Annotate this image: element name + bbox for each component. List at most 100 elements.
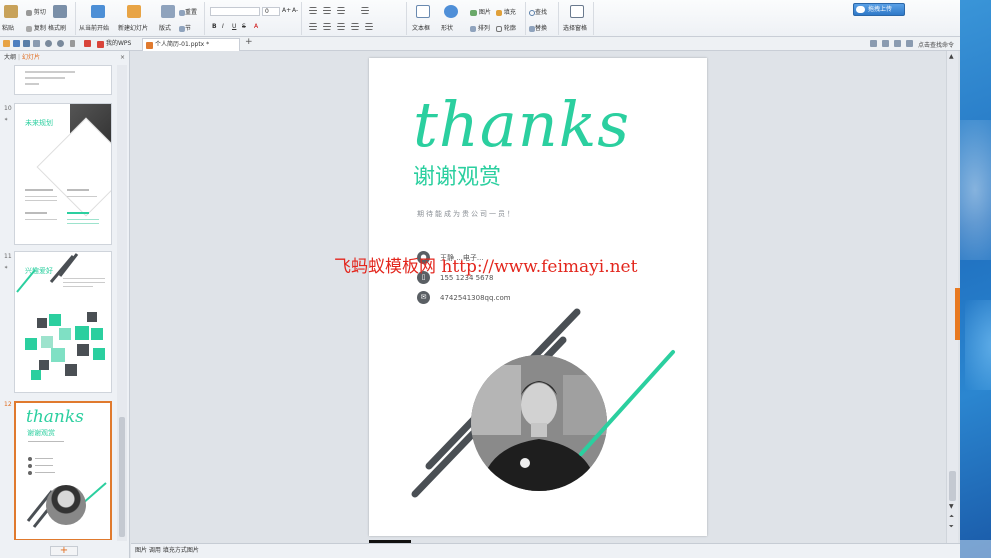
tab-slides[interactable]: 幻灯片 — [22, 54, 40, 61]
shape-icon — [444, 5, 458, 18]
select-group: 选择窗格 — [560, 2, 594, 35]
command-search-icon[interactable] — [906, 40, 913, 47]
indent-icon[interactable] — [337, 7, 345, 14]
cut-button[interactable]: 剪切 — [26, 7, 46, 16]
tab-document[interactable]: 个人简历-01.pptx * — [142, 38, 240, 51]
quick-access-more-icon[interactable] — [70, 40, 75, 47]
next-slide-icon[interactable]: ⏷ — [949, 523, 954, 531]
command-search-label[interactable]: 点击查找命令 — [918, 40, 954, 49]
skin-icon[interactable] — [870, 40, 877, 47]
slide-thumbnails: 10 ✶ 未来规划 11 ✶ 兴趣爱好 12 thanks 谢谢观赏 — [0, 65, 116, 540]
slide-thumb-12[interactable]: thanks 谢谢观赏 — [14, 401, 112, 540]
preview-icon[interactable] — [33, 40, 40, 47]
numbering-icon[interactable] — [323, 7, 331, 14]
underline-button[interactable]: U — [232, 23, 236, 30]
arrange-button[interactable]: 排列 — [470, 23, 490, 32]
justify-icon[interactable] — [351, 23, 359, 30]
strikethrough-button[interactable]: S — [242, 23, 246, 30]
status-bar: 图片 调用 填充方式图片 — [131, 543, 960, 558]
bold-button[interactable]: B — [212, 23, 217, 30]
add-slide-button[interactable]: + — [50, 546, 78, 556]
paste-icon — [4, 5, 18, 18]
close-panel-button[interactable]: × — [120, 51, 125, 65]
new-slide-icon — [127, 5, 141, 18]
slide-thumb-10[interactable]: 未来规划 — [14, 103, 112, 245]
new-tab-button[interactable]: + — [245, 37, 253, 47]
slides-panel: 大纲 | 幻灯片 × 10 ✶ 未来规划 11 ✶ 兴趣爱好 12 thanks… — [0, 51, 130, 558]
slide10-title: 未来规划 — [25, 119, 53, 127]
desktop-background — [960, 0, 991, 558]
font-size-dropdown[interactable]: 0 — [262, 7, 280, 16]
italic-button[interactable]: I — [222, 23, 224, 30]
taskbar — [960, 540, 991, 558]
scissors-icon — [26, 9, 32, 16]
save-icon[interactable] — [13, 40, 20, 47]
format-painter-button[interactable]: 格式刷 — [48, 23, 66, 32]
find-button[interactable]: 查找 — [529, 7, 547, 16]
undo-icon[interactable] — [45, 40, 52, 47]
layout-button[interactable]: 版式 — [159, 23, 171, 32]
slide-thumb-9[interactable] — [14, 65, 112, 95]
section-button[interactable]: 节 — [179, 23, 191, 32]
tab-outline[interactable]: 大纲 — [4, 54, 16, 61]
scroll-up-icon[interactable]: ▲ — [949, 53, 954, 60]
tab-mywps[interactable]: 我的WPS — [94, 38, 139, 51]
slide-number-11: 11 — [4, 253, 12, 260]
bullets-icon[interactable] — [309, 7, 317, 14]
pptx-file-icon — [146, 42, 153, 49]
prev-slide-icon[interactable]: ⏶ — [949, 513, 954, 521]
new-slide-button[interactable]: 新建幻灯片 — [118, 23, 148, 32]
grow-font-button[interactable]: A+ — [282, 7, 291, 14]
textbox-icon — [416, 5, 430, 18]
redo-icon[interactable] — [57, 40, 64, 47]
insert-group: 文本框 形状 图片 填充 排列 轮廓 — [408, 2, 526, 35]
textbox-button[interactable]: 文本框 — [412, 23, 430, 32]
help-icon[interactable] — [894, 40, 901, 47]
distribute-icon[interactable] — [365, 23, 373, 30]
copy-button[interactable]: 复制 — [26, 23, 46, 32]
copy-icon — [26, 25, 32, 32]
open-icon[interactable] — [3, 40, 10, 47]
scroll-down-icon[interactable]: ▼ — [949, 503, 954, 510]
slides-group: 从当前开始 新建幻灯片 版式 重置 节 — [77, 2, 205, 35]
slide-scroll-thumb[interactable] — [949, 471, 956, 501]
pin-icon[interactable] — [84, 40, 91, 47]
reset-button[interactable]: 重置 — [179, 7, 197, 16]
align-center-icon[interactable] — [323, 23, 331, 30]
picture-button[interactable]: 图片 — [470, 7, 491, 16]
slide-thumb-11[interactable]: 兴趣爱好 — [14, 251, 112, 393]
drag-upload-button[interactable]: 拖拽上传 — [853, 3, 905, 16]
play-from-current-icon — [91, 5, 105, 18]
fill-bucket-icon — [496, 9, 502, 16]
paragraph-group — [303, 2, 407, 35]
current-slide[interactable]: thanks 谢谢观赏 期待能成为贵公司一员！ ● 王静 ...电子... ▯ 15… — [369, 58, 707, 536]
slide-animation-icon: ✶ — [4, 265, 9, 271]
slide12-photo — [46, 485, 86, 525]
shape-button[interactable]: 形状 — [441, 23, 453, 32]
cloud-icon — [856, 6, 865, 13]
font-color-button[interactable]: A — [254, 23, 258, 30]
panel-tabs: 大纲 | 幻灯片 × — [0, 51, 130, 65]
edit-group: 查找 替换 — [527, 2, 559, 35]
print-icon[interactable] — [23, 40, 30, 47]
align-right-icon[interactable] — [337, 23, 345, 30]
replace-button[interactable]: 替换 — [529, 23, 547, 32]
align-left-icon[interactable] — [309, 23, 317, 30]
font-name-dropdown[interactable] — [210, 7, 260, 16]
fill-button[interactable]: 填充 — [496, 7, 516, 16]
wps-logo-icon — [97, 41, 104, 48]
paste-button[interactable]: 粘贴 — [2, 23, 14, 32]
picture-icon — [470, 9, 477, 16]
from-current-button[interactable]: 从当前开始 — [79, 23, 109, 32]
settings-icon[interactable] — [882, 40, 889, 47]
outline-button[interactable]: 轮廓 — [496, 23, 516, 32]
select-pane-button[interactable]: 选择窗格 — [563, 23, 587, 32]
line-spacing-icon[interactable] — [361, 7, 369, 14]
watermark-text: 飞蚂蚁模板网 http://www.feimayi.net — [334, 257, 638, 277]
panel-scrollbar[interactable] — [117, 65, 127, 541]
slide-number-10: 10 — [4, 105, 12, 112]
panel-scroll-thumb[interactable] — [119, 417, 125, 537]
outline-icon — [496, 25, 502, 32]
shrink-font-button[interactable]: A- — [292, 7, 298, 14]
select-pane-icon — [570, 5, 584, 18]
